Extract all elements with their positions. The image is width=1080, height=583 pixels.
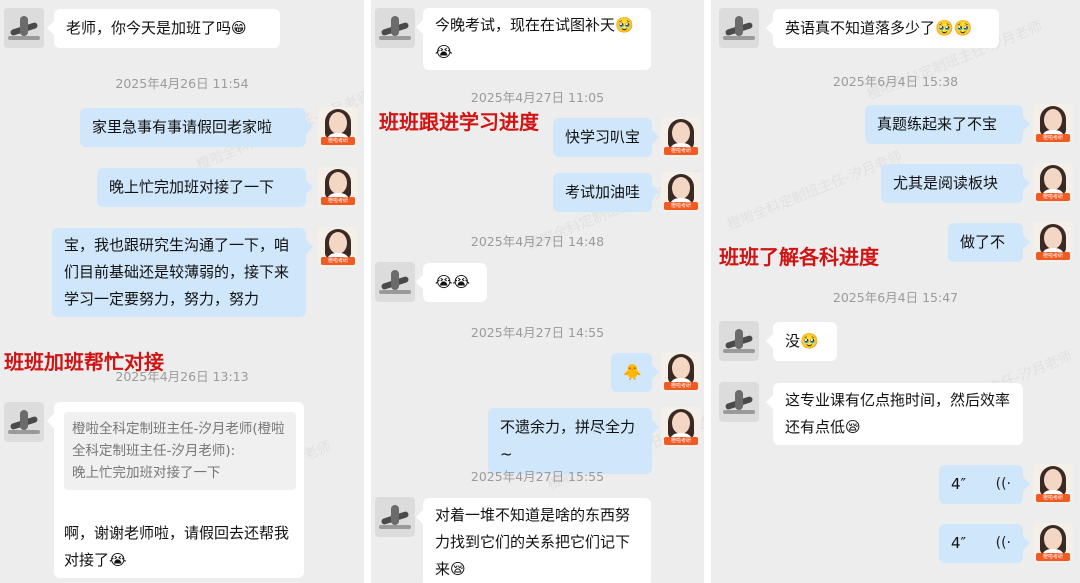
student-avatar-icon[interactable] [4, 8, 44, 48]
chat-panel-2: 橙啦全科定制班主任-汐月老师 橙啦全科定制班主任-汐月老师 今晚考试，现在在试图… [371, 0, 704, 583]
teacher-avatar-icon[interactable]: 橙啦考研 [318, 107, 358, 147]
voice-message[interactable]: 4″ ((· [939, 524, 1023, 563]
teacher-avatar-icon[interactable]: 橙啦考研 [1033, 163, 1073, 203]
annotation-label: 班班跟进学习进度 [379, 110, 539, 134]
student-avatar-icon[interactable] [4, 402, 44, 442]
chat-message[interactable]: 快学习叭宝 [553, 118, 652, 157]
chat-message[interactable]: 没🥹 [773, 322, 837, 361]
student-avatar-icon[interactable] [375, 8, 415, 48]
teacher-avatar-icon[interactable]: 橙啦考研 [1033, 523, 1073, 563]
chat-message[interactable]: 不遗余力，拼尽全力~ [488, 408, 652, 474]
voice-message[interactable]: 4″ ((· [939, 465, 1023, 504]
chat-message[interactable]: 尤其是阅读板块 [881, 164, 1023, 203]
teacher-avatar-icon[interactable]: 橙啦考研 [661, 352, 701, 392]
teacher-avatar-icon[interactable]: 橙啦考研 [661, 172, 701, 212]
voice-duration: 4″ [951, 534, 967, 552]
timestamp: 2025年4月27日 15:55 [470, 469, 605, 484]
timestamp: 2025年6月4日 15:47 [832, 290, 959, 305]
timestamp: 2025年4月27日 14:48 [470, 234, 605, 249]
student-avatar-icon[interactable] [719, 321, 759, 361]
timestamp: 2025年4月27日 11:05 [470, 90, 605, 105]
student-avatar-icon[interactable] [719, 8, 759, 48]
timestamp: 2025年6月4日 15:38 [832, 74, 959, 89]
voice-duration: 4″ [951, 475, 967, 493]
annotation-label: 班班了解各科进度 [719, 245, 879, 269]
chat-message-with-quote[interactable]: 橙啦全科定制班主任-汐月老师(橙啦全科定制班主任-汐月老师): 晚上忙完加班对接… [54, 402, 304, 578]
teacher-avatar-icon[interactable]: 橙啦考研 [1033, 104, 1073, 144]
student-avatar-icon[interactable] [375, 262, 415, 302]
chat-message[interactable]: 考试加油哇 [553, 173, 652, 212]
chat-message[interactable]: 英语真不知道落多少了🥹🥹 [773, 9, 999, 48]
teacher-avatar-icon[interactable]: 橙啦考研 [661, 117, 701, 157]
chat-panel-1: 橙啦全科定制班主任-汐月老师 橙啦全科定制班主任-汐月老师 老师，你今天是加班了… [0, 0, 364, 583]
chat-message[interactable]: 老师，你今天是加班了吗😁 [54, 9, 280, 48]
chat-message[interactable]: 这专业课有亿点拖时间，然后效率还有点低😪 [773, 383, 1023, 445]
chat-message[interactable]: 做了不 [948, 223, 1023, 262]
chat-message[interactable]: 家里急事有事请假回老家啦 [80, 108, 306, 147]
chat-message[interactable]: 真题练起来了不宝 [865, 105, 1023, 144]
chat-message[interactable]: 🐥 [611, 353, 652, 392]
watermark: 橙啦全科定制班主任-汐月老师 [725, 148, 905, 234]
chat-message[interactable]: 对着一堆不知道是啥的东西努力找到它们的关系把它们记下来😪 [423, 498, 651, 583]
teacher-avatar-icon[interactable]: 橙啦考研 [318, 227, 358, 267]
student-avatar-icon[interactable] [719, 382, 759, 422]
timestamp: 2025年4月26日 11:54 [115, 76, 249, 91]
chat-message[interactable]: 今晚考试，现在在试图补天🥹😭 [423, 8, 651, 70]
student-avatar-icon[interactable] [375, 497, 415, 537]
chat-message[interactable]: 宝，我也跟研究生沟通了一下，咱们目前基础还是较薄弱的，接下来学习一定要努力，努力… [52, 228, 306, 317]
chat-message[interactable]: 😭😭 [423, 263, 487, 302]
annotation-label: 班班加班帮忙对接 [4, 350, 164, 374]
teacher-avatar-icon[interactable]: 橙啦考研 [1033, 464, 1073, 504]
teacher-avatar-icon[interactable]: 橙啦考研 [318, 167, 358, 207]
voice-wave-icon: ((· [995, 476, 1011, 492]
quoted-message: 橙啦全科定制班主任-汐月老师(橙啦全科定制班主任-汐月老师): 晚上忙完加班对接… [64, 412, 296, 490]
chat-message-text: 啊，谢谢老师啦，请假回去还帮我对接了😭 [64, 524, 290, 569]
teacher-avatar-icon[interactable]: 橙啦考研 [661, 407, 701, 447]
chat-message[interactable]: 晚上忙完加班对接了一下 [97, 168, 306, 207]
teacher-avatar-icon[interactable]: 橙啦考研 [1033, 222, 1073, 262]
timestamp: 2025年4月27日 14:55 [470, 325, 605, 340]
voice-wave-icon: ((· [995, 535, 1011, 551]
chat-panel-3: 橙啦全科定制班主任-汐月老师 橙啦全科定制班主任-汐月老师 橙啦全科定制班主任-… [711, 0, 1080, 583]
